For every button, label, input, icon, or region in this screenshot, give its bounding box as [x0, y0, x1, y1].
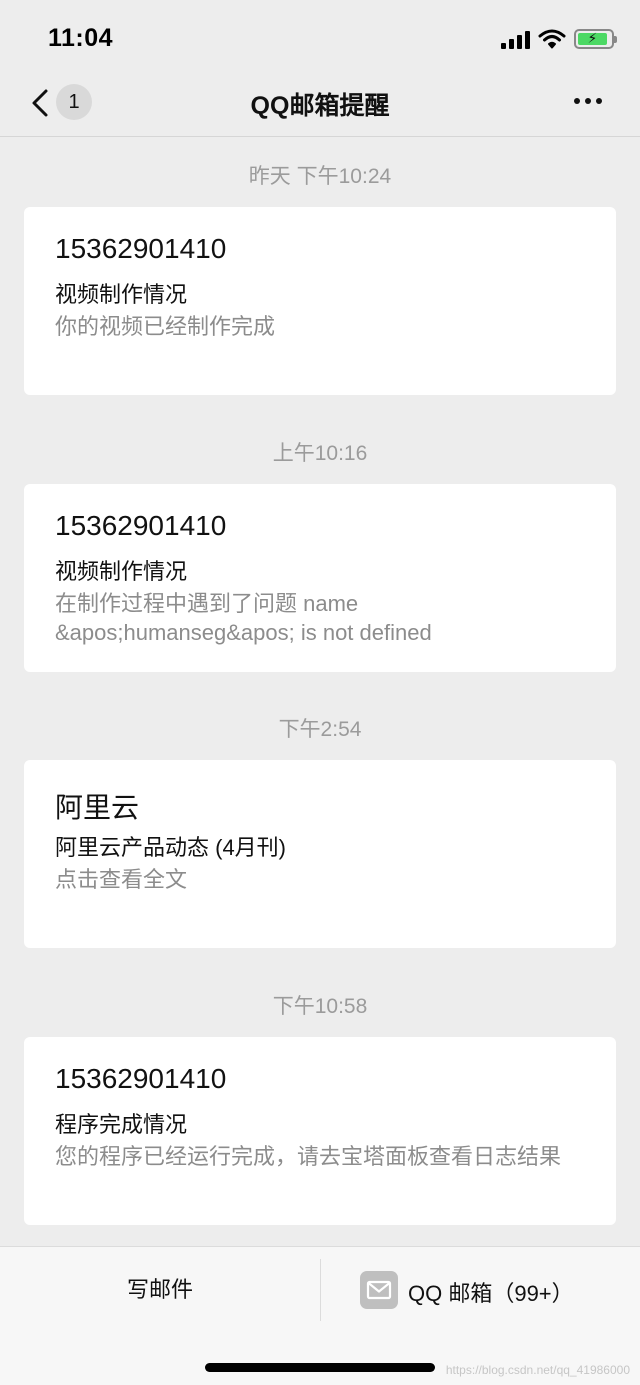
qqmail-label: QQ 邮箱（99+）: [408, 1281, 574, 1306]
message-time: 下午10:58: [272, 995, 368, 1018]
nav-bar: 1 QQ邮箱提醒: [0, 76, 640, 137]
message-subject: 程序完成情况: [55, 1112, 188, 1137]
message-subject: 视频制作情况: [55, 282, 188, 307]
message-preview: 你的视频已经制作完成: [55, 314, 276, 339]
envelope-icon: [360, 1271, 398, 1309]
message-time: 下午2:54: [278, 718, 362, 741]
watermark: https://blog.csdn.net/qq_41986000: [445, 1363, 630, 1377]
status-bar: 11:04 ⚡: [0, 0, 640, 76]
status-icons: ⚡: [501, 28, 617, 50]
compose-mail-button[interactable]: 写邮件: [0, 1247, 320, 1333]
message-card[interactable]: 15362901410 视频制作情况 你的视频已经制作完成: [24, 207, 616, 395]
message-card[interactable]: 阿里云 阿里云产品动态 (4月刊) 点击查看全文: [24, 760, 616, 948]
battery-level-fill: ⚡: [578, 30, 607, 46]
battery-charging-icon: ⚡: [574, 29, 617, 49]
signal-icon: [501, 29, 530, 49]
message-time: 昨天 下午10:24: [248, 165, 392, 188]
message-sender: 15362901410: [55, 510, 227, 541]
message-sender: 15362901410: [55, 233, 227, 264]
message-preview: 您的程序已经运行完成，请去宝塔面板查看日志结果: [55, 1144, 562, 1169]
message-preview: 在制作过程中遇到了问题 name &apos;humanseg&apos; is…: [55, 591, 432, 645]
message-time: 上午10:16: [272, 442, 368, 465]
ellipsis-icon[interactable]: [574, 98, 606, 106]
message-sender: 15362901410: [55, 1063, 227, 1094]
home-indicator[interactable]: [205, 1363, 435, 1372]
status-time: 11:04: [48, 24, 114, 52]
message-subject: 阿里云产品动态 (4月刊): [55, 835, 287, 860]
message-sender: 阿里云: [55, 792, 140, 823]
message-subject: 视频制作情况: [55, 559, 188, 584]
message-card[interactable]: 15362901410 程序完成情况 您的程序已经运行完成，请去宝塔面板查看日志…: [24, 1037, 616, 1225]
message-preview: 点击查看全文: [55, 867, 188, 892]
page-title: QQ邮箱提醒: [250, 92, 390, 120]
open-qqmail-button[interactable]: QQ 邮箱（99+）: [321, 1247, 640, 1333]
wifi-icon: [538, 29, 566, 49]
message-card[interactable]: 15362901410 视频制作情况 在制作过程中遇到了问题 name &apo…: [24, 484, 616, 672]
